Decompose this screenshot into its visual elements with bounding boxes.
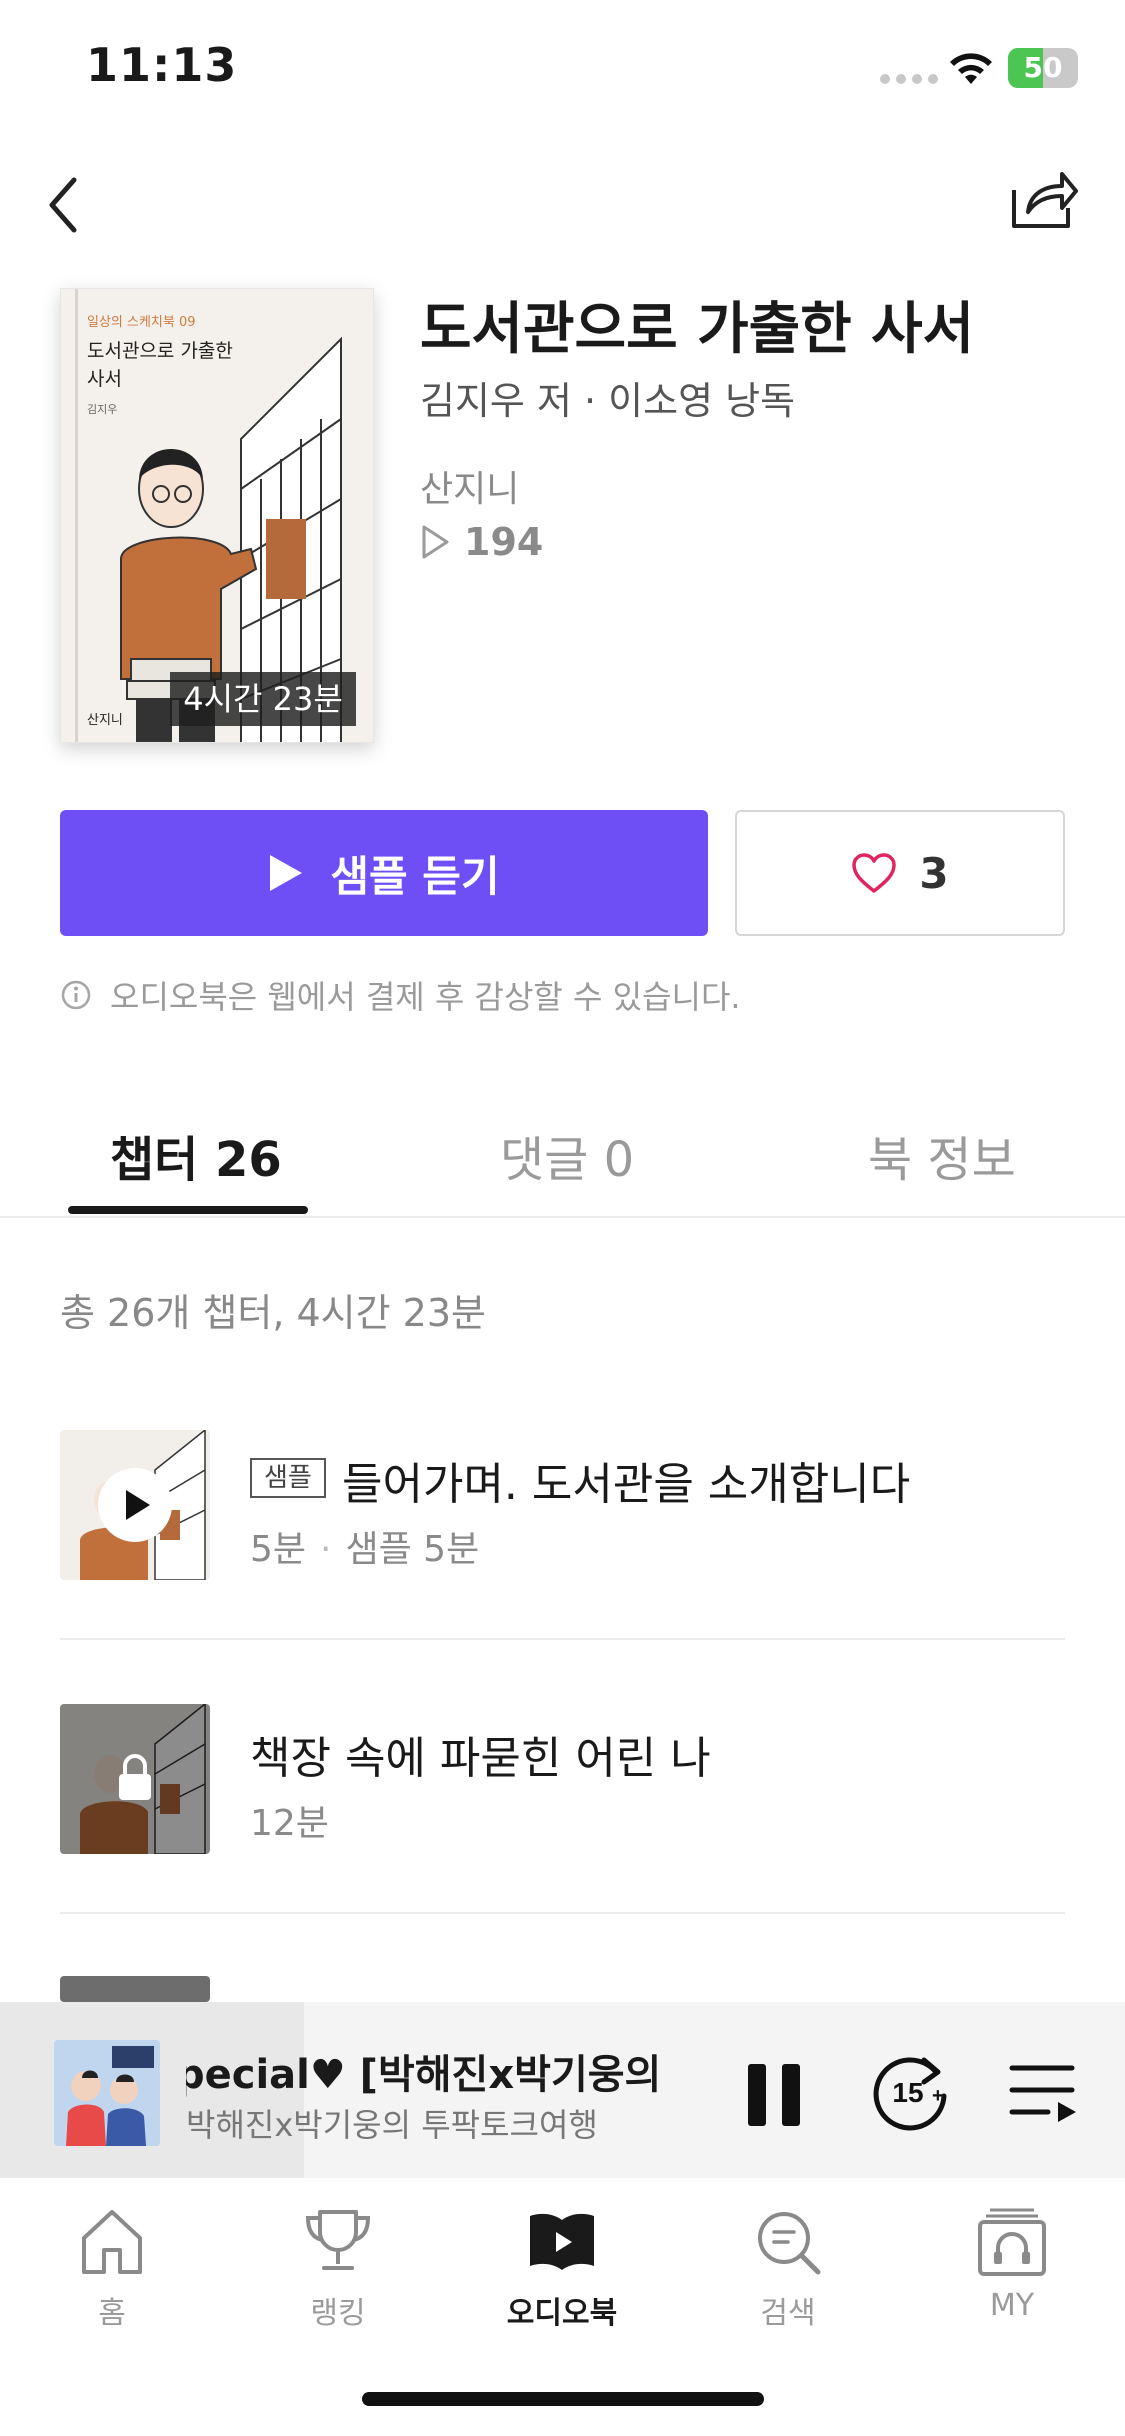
chapter-item-1[interactable]: 샘플 들어가며. 도서관을 소개합니다 5분 · 샘플 5분: [60, 1430, 1065, 1610]
home-indicator: [362, 2392, 764, 2406]
like-button[interactable]: 3: [735, 810, 1065, 936]
share-icon[interactable]: [1006, 164, 1080, 234]
home-icon: [82, 2210, 142, 2274]
content-tabs: 챕터 26 댓글 0 북 정보: [0, 1100, 1125, 1218]
active-tab-indicator: [68, 1206, 308, 1214]
nav-home-label: 홈: [98, 2296, 126, 2331]
svg-text:+: +: [932, 2085, 944, 2107]
chapter-thumbnail: [60, 1976, 210, 2002]
duration-badge: 4시간 23분: [170, 672, 356, 726]
chapter-length: 5분: [250, 1529, 307, 1570]
nav-audiobook[interactable]: 오디오북: [482, 2204, 642, 2334]
wifi-icon: [950, 53, 992, 84]
tab-chapters[interactable]: 챕터 26: [110, 1120, 282, 1190]
cover-author: 김지우: [87, 403, 118, 416]
chapter-thumbnail: [60, 1430, 210, 1580]
battery-icon: 50: [1008, 48, 1078, 88]
nav-my[interactable]: MY: [932, 2204, 1092, 2334]
cover-title: 도서관으로 가출한 사서: [87, 340, 233, 390]
now-playing-subtitle: 박해진x박기웅의 투팍토크여행: [186, 2106, 598, 2144]
now-playing-artwork-image: [54, 2040, 160, 2146]
sample-badge: 샘플: [250, 1458, 326, 1498]
purchase-notice-text: 오디오북은 웹에서 결제 후 감상할 수 있습니다.: [110, 978, 741, 1016]
lock-icon: [119, 1754, 151, 1800]
chapter-sample-length: 샘플 5분: [345, 1529, 480, 1570]
book-authors[interactable]: 김지우 저 · 이소영 낭독: [420, 370, 795, 425]
chapter-title: 책장 속에 파묻힌 어린 나: [250, 1733, 711, 1784]
search-icon: [758, 2212, 821, 2275]
playlist-icon[interactable]: [1008, 2060, 1078, 2126]
chapter-title: 들어가며. 도서관을 소개합니다: [342, 1459, 911, 1510]
chapter-play-button[interactable]: [98, 1468, 172, 1542]
nav-my-label: MY: [989, 2288, 1035, 2323]
chapter-summary: 총 26개 챕터, 4시간 23분: [60, 1291, 486, 1335]
status-bar: 11:13 50: [0, 0, 1125, 140]
like-count: 3: [919, 848, 949, 898]
battery-percent: 50: [1023, 51, 1063, 84]
pause-icon[interactable]: [744, 2060, 806, 2130]
nav-search[interactable]: 검색: [708, 2204, 868, 2334]
cover-series: 일상의 스케치북 09: [87, 315, 196, 330]
skip-forward-15-icon[interactable]: 15 +: [864, 2046, 954, 2136]
audiobook-icon: [530, 2213, 594, 2270]
cover-spine: [75, 289, 78, 742]
chapter-meta: 5분 · 샘플 5분: [250, 1520, 479, 1572]
trophy-icon: [305, 2210, 371, 2270]
book-title: 도서관으로 가출한 사서: [420, 297, 975, 362]
play-count-value: 194: [464, 520, 544, 564]
nav-search-label: 검색: [760, 2296, 816, 2331]
nav-home[interactable]: 홈: [32, 2204, 192, 2334]
tab-comments[interactable]: 댓글 0: [500, 1120, 634, 1190]
mini-player[interactable]: pecial♥ [박해진x박기웅의 박해진x박기웅의 투팍토크여행 15 +: [0, 2002, 1125, 2178]
now-playing-title: pecial♥ [박해진x박기웅의: [186, 2052, 662, 2098]
now-playing-title-container: pecial♥ [박해진x박기웅의: [186, 2042, 712, 2098]
cellular-signal-icon: [880, 74, 938, 84]
nav-ranking-label: 랭킹: [310, 2296, 366, 2331]
chapter-thumbnail: [60, 1704, 210, 1854]
status-time: 11:13: [86, 38, 238, 92]
sample-listen-button[interactable]: 샘플 듣기: [60, 810, 708, 936]
headphones-icon: [978, 2208, 1046, 2276]
chapter-divider: [60, 1638, 1065, 1640]
meta-separator: ·: [320, 1529, 332, 1570]
publisher[interactable]: 산지니: [420, 460, 519, 512]
nav-audiobook-label: 오디오북: [506, 2296, 618, 2331]
chapter-length: 12분: [250, 1803, 329, 1844]
chapter-divider: [60, 1912, 1065, 1914]
cover-publisher: 산지니: [87, 713, 123, 728]
back-chevron-icon[interactable]: [40, 170, 90, 240]
chapter-meta: 12분: [250, 1794, 329, 1846]
info-icon: [61, 980, 91, 1010]
sample-listen-label: 샘플 듣기: [330, 851, 500, 901]
purchase-notice: 오디오북은 웹에서 결제 후 감상할 수 있습니다.: [60, 972, 741, 1018]
play-outline-icon: [422, 525, 449, 559]
play-icon: [126, 1490, 150, 1520]
tab-book-info[interactable]: 북 정보: [868, 1120, 1016, 1190]
nav-ranking[interactable]: 랭킹: [258, 2204, 418, 2334]
play-icon: [270, 855, 303, 891]
skip-forward-label: 15: [892, 2077, 923, 2108]
now-playing-artwork: [54, 2040, 160, 2146]
play-count: 194: [420, 520, 543, 564]
chapter-item-2[interactable]: 책장 속에 파묻힌 어린 나 12분: [60, 1704, 1065, 1884]
heart-icon: [852, 853, 897, 893]
